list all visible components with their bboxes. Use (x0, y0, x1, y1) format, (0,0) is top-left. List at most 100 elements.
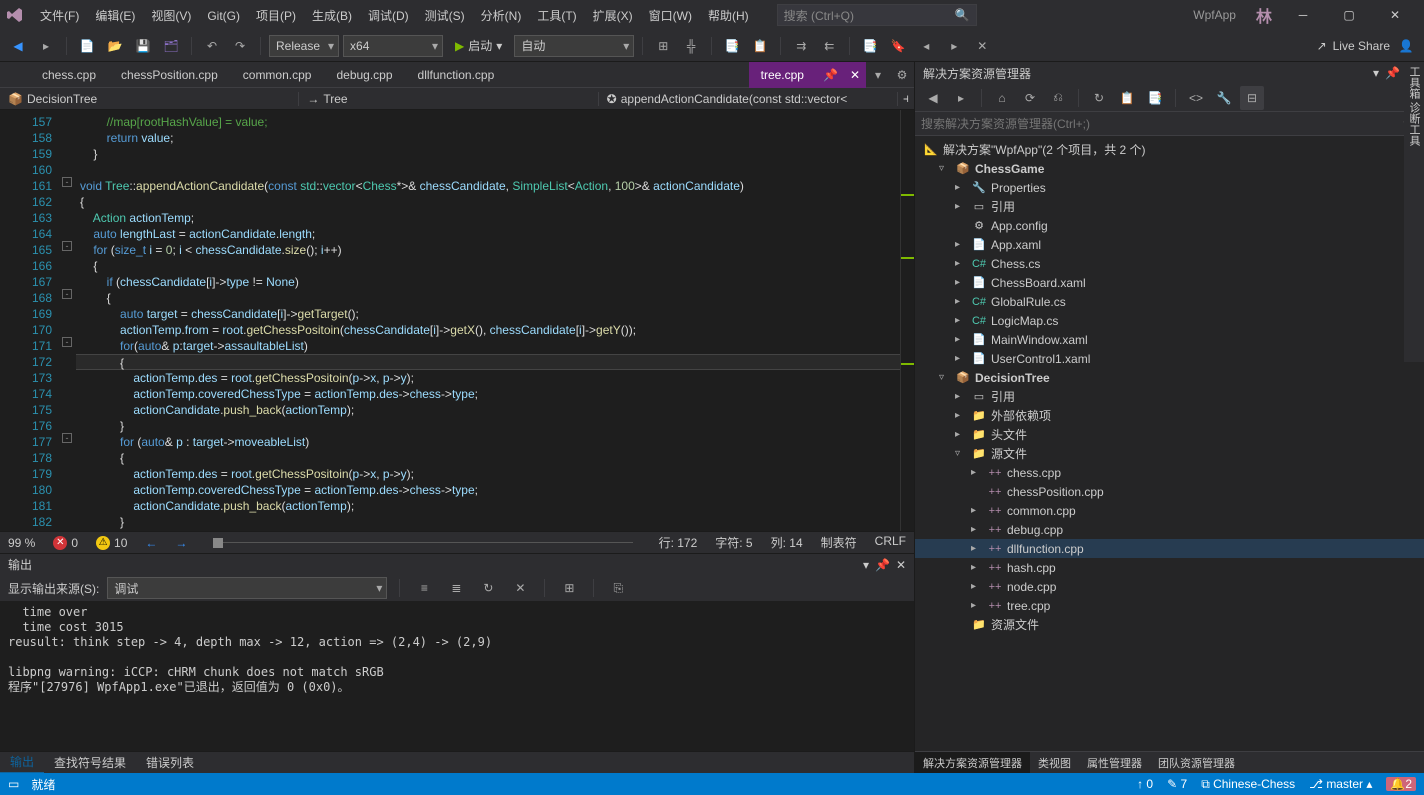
indent-indicator[interactable]: 制表符 (821, 534, 857, 551)
code-line[interactable]: actionCandidate.push_back(actionTemp); (76, 498, 900, 514)
tab-close-icon[interactable]: ✕ (844, 62, 866, 88)
tree-node[interactable]: ++chessPosition.cpp (915, 482, 1424, 501)
tree-node[interactable]: ▸++tree.cpp (915, 596, 1424, 615)
code-line[interactable]: for (auto& p : target->moveableList) (76, 434, 900, 450)
tree-node[interactable]: 📁资源文件 (915, 615, 1424, 634)
crumb-method[interactable]: ✪ appendActionCandidate(const std::vecto… (599, 92, 898, 106)
code-line[interactable]: if (chessCandidate[i]->type != None) (76, 274, 900, 290)
code-line[interactable]: for (size_t i = 0; i < chessCandidate.si… (76, 242, 900, 258)
output-body[interactable]: time over time cost 3015 reusult: think … (0, 601, 914, 751)
tree-node[interactable]: ▸++hash.cpp (915, 558, 1424, 577)
output-tab[interactable]: 输出 (0, 752, 44, 774)
tb-icon[interactable]: ▸ (942, 34, 966, 58)
start-debug-button[interactable]: ▶启动 ▾ (447, 37, 510, 54)
tb-icon[interactable]: ≡ (412, 576, 436, 600)
feedback-icon[interactable]: 👤 (1394, 34, 1418, 58)
repo-indicator[interactable]: ⧉ Chinese-Chess (1201, 777, 1295, 792)
source-up[interactable]: ↑ 0 (1137, 777, 1153, 791)
editor-tab-active[interactable]: tree.cpp (749, 62, 817, 88)
nav-next-icon[interactable]: → (175, 536, 187, 550)
code-line[interactable]: actionTemp.coveredChessType = actionTemp… (76, 482, 900, 498)
dropdown-icon[interactable]: ▾ (1373, 66, 1379, 80)
se-bottom-tab[interactable]: 团队资源管理器 (1150, 752, 1243, 774)
code-line[interactable]: auto lengthLast = actionCandidate.length… (76, 226, 900, 242)
char-indicator[interactable]: 字符: 5 (715, 534, 752, 551)
tree-node[interactable]: ▸🔧Properties (915, 178, 1424, 197)
tree-node[interactable]: ▸📄App.xaml (915, 235, 1424, 254)
menu-item[interactable]: Git(G) (199, 9, 248, 23)
se-icon[interactable]: 📋 (1115, 86, 1139, 110)
right-tool-rail[interactable]: 工具箱 诊断工具 (1404, 62, 1424, 362)
tree-node[interactable]: ▸++node.cpp (915, 577, 1424, 596)
zoom-level[interactable]: 99 % (8, 536, 35, 550)
save-button[interactable]: 💾 (131, 34, 155, 58)
code-icon[interactable]: <> (1184, 86, 1208, 110)
tab-gear-icon[interactable]: ⚙ (890, 63, 914, 87)
back-icon[interactable]: ◀ (921, 86, 945, 110)
se-icon[interactable]: ⊟ (1240, 86, 1264, 110)
fold-icon[interactable]: - (62, 289, 72, 299)
open-button[interactable]: 📂 (103, 34, 127, 58)
menu-item[interactable]: 文件(F) (32, 9, 87, 23)
tree-node[interactable]: ▸++dllfunction.cpp (915, 539, 1424, 558)
se-search-input[interactable] (921, 117, 1403, 131)
tb-icon[interactable]: ◂ (914, 34, 938, 58)
undo-button[interactable]: ↶ (200, 34, 224, 58)
tree-node[interactable]: ▸C#GlobalRule.cs (915, 292, 1424, 311)
tb-icon[interactable]: ⇇ (817, 34, 841, 58)
menu-item[interactable]: 扩展(X) (585, 9, 641, 23)
editor-tab[interactable]: chess.cpp (30, 62, 109, 88)
col-indicator[interactable]: 列: 14 (771, 534, 803, 551)
code-editor[interactable]: 1571581591601611621631641651661671681691… (0, 110, 914, 531)
line-indicator[interactable]: 行: 172 (659, 534, 698, 551)
menu-item[interactable]: 生成(B) (304, 9, 360, 23)
code-line[interactable] (76, 162, 900, 178)
output-tab[interactable]: 错误列表 (136, 752, 204, 774)
crumb-class[interactable]: → Tree (299, 92, 598, 106)
platform-combo[interactable]: x64 (343, 35, 443, 57)
minimize-button[interactable]: ─ (1280, 0, 1326, 30)
crumb-project[interactable]: 📦 DecisionTree (0, 92, 299, 106)
menu-item[interactable]: 帮助(H) (700, 9, 757, 23)
solution-tree[interactable]: 📐解决方案"WpfApp"(2 个项目，共 2 个) ▿📦ChessGame▸🔧… (915, 136, 1424, 751)
editor-tab[interactable]: common.cpp (231, 62, 325, 88)
tree-node[interactable]: ▸▭引用 (915, 387, 1424, 406)
code-line[interactable]: { (76, 290, 900, 306)
nav-prev-icon[interactable]: ← (145, 536, 157, 550)
tb-icon[interactable]: ↻ (476, 576, 500, 600)
fwd-icon[interactable]: ▸ (949, 86, 973, 110)
tree-node[interactable]: ▸📁头文件 (915, 425, 1424, 444)
se-icon[interactable]: ⎌ (1046, 86, 1070, 110)
tree-node[interactable]: ▸📁外部依赖项 (915, 406, 1424, 425)
new-button[interactable]: 📄 (75, 34, 99, 58)
nav-back-button[interactable]: ◀ (6, 34, 30, 58)
fold-icon[interactable]: - (62, 433, 72, 443)
fold-icon[interactable]: - (62, 241, 72, 251)
se-bottom-tab[interactable]: 解决方案资源管理器 (915, 752, 1030, 774)
tb-icon[interactable]: ≣ (444, 576, 468, 600)
tb-icon[interactable]: ⊞ (557, 576, 581, 600)
tb-icon[interactable]: ╬ (679, 34, 703, 58)
se-icon[interactable]: 📑 (1143, 86, 1167, 110)
redo-button[interactable]: ↷ (228, 34, 252, 58)
tb-icon[interactable]: ✕ (970, 34, 994, 58)
code-line[interactable]: } (76, 146, 900, 162)
code-line[interactable]: { (76, 354, 900, 370)
tree-node[interactable]: ▸++chess.cpp (915, 463, 1424, 482)
tb-icon[interactable]: ⇉ (789, 34, 813, 58)
code-line[interactable]: actionTemp.from = root.getChessPositoin(… (76, 322, 900, 338)
eol-indicator[interactable]: CRLF (875, 534, 906, 551)
tree-node[interactable]: ▿📦ChessGame (915, 159, 1424, 178)
menu-item[interactable]: 窗口(W) (641, 9, 700, 23)
se-search[interactable]: 🔍 (915, 112, 1424, 136)
code-line[interactable]: Action actionTemp; (76, 210, 900, 226)
pin-icon[interactable]: 📌 (1385, 66, 1400, 80)
code-line[interactable]: { (76, 258, 900, 274)
editor-tab[interactable]: chessPosition.cpp (109, 62, 231, 88)
code-line[interactable]: actionTemp.des = root.getChessPositoin(p… (76, 370, 900, 386)
code-line[interactable]: actionTemp.des = root.getChessPositoin(p… (76, 466, 900, 482)
close-button[interactable]: ✕ (1372, 0, 1418, 30)
tb-icon[interactable]: 📑 (720, 34, 744, 58)
dropdown-icon[interactable]: ▾ (863, 558, 869, 572)
tb-icon[interactable]: 🔖 (886, 34, 910, 58)
